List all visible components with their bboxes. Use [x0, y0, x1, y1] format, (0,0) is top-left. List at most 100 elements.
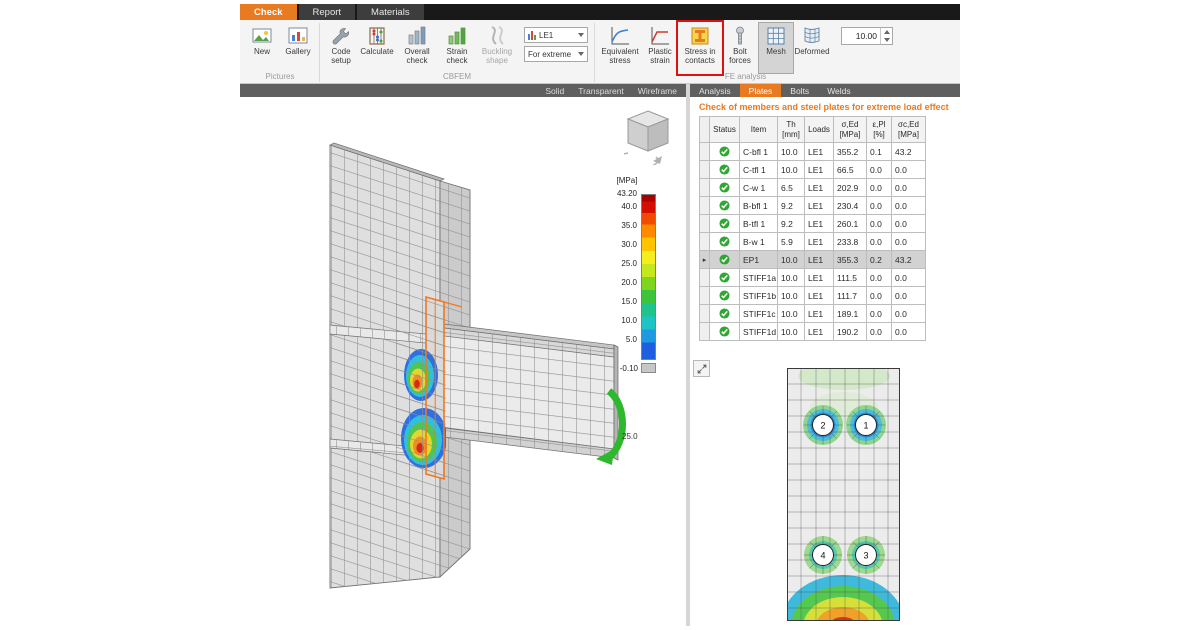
eps-pl-cell: 0.0 [867, 161, 892, 179]
page: { "titlebar": { "tabs": [ {"label": "Che… [0, 0, 1200, 630]
loads-cell: LE1 [805, 323, 834, 341]
spinner-arrows[interactable] [880, 28, 892, 44]
status-cell [710, 179, 740, 197]
thickness-cell: 10.0 [778, 161, 805, 179]
sigma-ed-cell: 66.5 [834, 161, 867, 179]
expand-plate-view-button[interactable] [693, 360, 710, 377]
sigma-ed-cell: 230.4 [834, 197, 867, 215]
column-header-sigma-ed[interactable]: σ,Ed[MPa] [834, 117, 867, 143]
plastic-strain-button[interactable]: Plastic strain [642, 22, 678, 74]
status-cell [710, 197, 740, 215]
navigation-cube[interactable] [624, 107, 674, 165]
eps-pl-cell: 0.2 [867, 251, 892, 269]
sigma-ed-cell: 355.2 [834, 143, 867, 161]
app-window: Check Report Materials New Galler [240, 4, 960, 626]
expand-icon [696, 363, 708, 375]
table-row[interactable]: STIFF1d 10.0 LE1 190.2 0.0 0.0 [700, 323, 926, 341]
extreme-filter-select[interactable]: For extreme [524, 46, 588, 62]
item-cell: C-w 1 [740, 179, 778, 197]
eps-pl-cell: 0.0 [867, 215, 892, 233]
results-tab[interactable]: Plates [740, 84, 782, 97]
overall-check-button[interactable]: Overall check [395, 22, 439, 74]
item-cell: C-tfl 1 [740, 161, 778, 179]
bolt-number: 1 [863, 421, 868, 431]
results-title: Check of members and steel plates for ex… [690, 97, 960, 116]
eps-pl-cell: 0.0 [867, 269, 892, 287]
table-row[interactable]: STIFF1a 10.0 LE1 111.5 0.0 0.0 [700, 269, 926, 287]
view-mode-button[interactable]: Wireframe [631, 86, 684, 96]
ribbon-tab[interactable]: Check [240, 4, 297, 20]
status-ok-icon [719, 254, 730, 264]
calculate-button[interactable]: Calculate [359, 22, 395, 74]
status-cell [710, 161, 740, 179]
thickness-cell: 9.2 [778, 197, 805, 215]
strain-curve-icon [649, 25, 671, 47]
loads-cell: LE1 [805, 143, 834, 161]
sigma-ced-cell: 0.0 [892, 215, 926, 233]
item-cell: STIFF1a [740, 269, 778, 287]
table-row[interactable]: C-bfl 1 10.0 LE1 355.2 0.1 43.2 [700, 143, 926, 161]
status-ok-icon [719, 218, 730, 228]
table-row[interactable]: C-w 1 6.5 LE1 202.9 0.0 0.0 [700, 179, 926, 197]
column-header-loads[interactable]: Loads [805, 117, 834, 143]
sigma-ced-cell: 0.0 [892, 161, 926, 179]
row-selector-cell [700, 161, 710, 179]
ribbon-separator [594, 23, 595, 82]
scene-canvas[interactable]: 25.0 [MPa] 43.20 [240, 97, 686, 626]
deformed-button[interactable]: Deformed [794, 22, 830, 74]
code-setup-button[interactable]: Code setup [323, 22, 359, 74]
load-case-select[interactable]: LE1 [524, 27, 588, 43]
item-cell: STIFF1b [740, 287, 778, 305]
table-row[interactable]: B-w 1 5.9 LE1 233.8 0.0 0.0 [700, 233, 926, 251]
column-header-th[interactable]: Th[mm] [778, 117, 805, 143]
status-cell [710, 323, 740, 341]
eps-pl-cell: 0.1 [867, 143, 892, 161]
status-ok-icon [719, 164, 730, 174]
equivalent-stress-button[interactable]: Equivalent stress [598, 22, 642, 74]
status-ok-icon [719, 290, 730, 300]
sigma-ced-cell: 0.0 [892, 269, 926, 287]
column-header-eps-pl[interactable]: ε,Pl[%] [867, 117, 892, 143]
legend-min-value: -0.10 [620, 364, 638, 373]
spinner-down-icon[interactable] [884, 38, 890, 42]
table-row[interactable]: STIFF1b 10.0 LE1 111.7 0.0 0.0 [700, 287, 926, 305]
scale-spinner[interactable]: 10.00 [841, 27, 893, 45]
table-row[interactable]: ▸ EP1 10.0 LE1 355.3 0.2 43.2 [700, 251, 926, 269]
legend-tick-label: 40.0 [621, 202, 637, 211]
results-tab[interactable]: Analysis [690, 84, 740, 97]
legend-tick-label: 25.0 [621, 259, 637, 268]
table-row[interactable]: STIFF1c 10.0 LE1 189.1 0.0 0.0 [700, 305, 926, 323]
results-tab[interactable]: Welds [818, 84, 859, 97]
scale-value: 10.00 [842, 31, 880, 41]
viewport-3d: Solid Transparent Wireframe [240, 84, 686, 626]
results-tab[interactable]: Bolts [781, 84, 818, 97]
strain-check-button[interactable]: Strain check [439, 22, 475, 74]
gallery-button[interactable]: Gallery [280, 22, 316, 74]
bolt-forces-button[interactable]: Bolt forces [722, 22, 758, 74]
column-header-status[interactable]: Status [710, 117, 740, 143]
column-header-item[interactable]: Item [740, 117, 778, 143]
button-label: Gallery [285, 48, 310, 57]
buckling-shape-button[interactable]: Buckling shape [475, 22, 519, 74]
wrench-icon [330, 25, 352, 47]
mesh-button[interactable]: Mesh [758, 22, 794, 74]
ribbon-tab[interactable]: Materials [357, 4, 424, 20]
view-mode-button[interactable]: Solid [538, 86, 571, 96]
table-row[interactable]: C-tfl 1 10.0 LE1 66.5 0.0 0.0 [700, 161, 926, 179]
new-picture-button[interactable]: New [244, 22, 280, 74]
column-header-sigma-ced[interactable]: σc,Ed[MPa] [892, 117, 926, 143]
button-label: Strain check [441, 48, 473, 66]
ribbon-tab[interactable]: Report [299, 4, 356, 20]
sigma-ed-cell: 233.8 [834, 233, 867, 251]
stress-in-contacts-button[interactable]: Stress in contacts [678, 22, 722, 74]
stress-curve-icon [609, 25, 631, 47]
spinner-up-icon[interactable] [884, 30, 890, 34]
table-row[interactable]: B-tfl 1 9.2 LE1 260.1 0.0 0.0 [700, 215, 926, 233]
status-ok-icon [719, 146, 730, 156]
view-mode-button[interactable]: Transparent [571, 86, 631, 96]
plate-detail-view[interactable]: 2 1 4 3 [787, 368, 900, 621]
table-row[interactable]: B-bfl 1 9.2 LE1 230.4 0.0 0.0 [700, 197, 926, 215]
legend-tick-label: 20.0 [621, 278, 637, 287]
item-cell: EP1 [740, 251, 778, 269]
load-case-value: LE1 [539, 31, 553, 40]
